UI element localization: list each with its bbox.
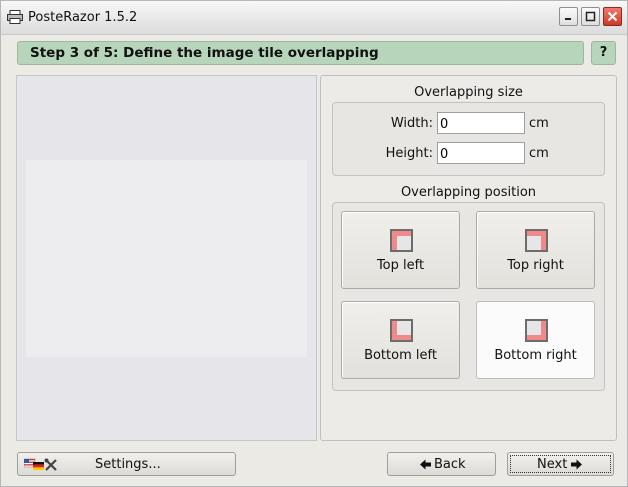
top-left-label: Top left [376,258,425,273]
close-icon [607,11,618,22]
overlapping-position-title: Overlapping position [400,185,537,200]
bottom-right-button[interactable]: Bottom right [476,301,595,379]
overlapping-settings-panel: Overlapping size Width: cm Height: cm Ov… [320,75,617,441]
maximize-icon [585,11,596,22]
step-header: Step 3 of 5: Define the image tile overl… [17,41,584,65]
posterazor-window: PosteRazor 1.5.2 Step 3 of 5: Define the… [0,0,628,487]
image-preview-canvas [26,160,307,357]
back-label: Back [434,457,466,472]
overlap-bottom-left-icon [390,319,413,342]
back-button[interactable]: Back [387,452,496,476]
next-label: Next [537,457,568,472]
overlapping-position-group: Top left Top right Bottom left Bottom ri… [332,202,605,391]
settings-label: Settings... [95,457,161,472]
height-unit: cm [529,146,549,161]
title-bar[interactable]: PosteRazor 1.5.2 [1,1,627,35]
overlap-top-right-icon [525,229,548,252]
bottom-left-label: Bottom left [364,348,437,363]
overlap-bottom-right-icon [525,319,548,342]
height-label: Height: [385,146,433,161]
maximize-button[interactable] [581,7,600,26]
bottom-right-label: Bottom right [494,348,577,363]
top-right-label: Top right [507,258,564,273]
width-label: Width: [390,116,433,131]
image-preview-panel [16,75,317,441]
help-button[interactable]: ? [591,41,616,65]
minimize-icon [565,18,571,20]
arrow-left-icon [420,459,431,470]
window-title: PosteRazor 1.5.2 [28,10,138,25]
overlapping-size-group: Width: cm Height: cm [332,102,605,176]
width-unit: cm [529,116,549,131]
flags-and-tools-icon [24,458,57,471]
arrow-right-icon [571,459,582,470]
close-button[interactable] [603,7,622,26]
overlapping-size-title: Overlapping size [414,85,523,100]
printer-icon [7,10,23,24]
settings-button[interactable]: Settings... [17,452,236,476]
width-input[interactable] [437,112,525,134]
overlap-top-left-icon [390,229,413,252]
step-title: Step 3 of 5: Define the image tile overl… [30,45,379,61]
height-input[interactable] [437,142,525,164]
bottom-left-button[interactable]: Bottom left [341,301,460,379]
minimize-button[interactable] [559,7,578,26]
top-right-button[interactable]: Top right [476,211,595,289]
top-left-button[interactable]: Top left [341,211,460,289]
next-button[interactable]: Next [507,452,614,476]
